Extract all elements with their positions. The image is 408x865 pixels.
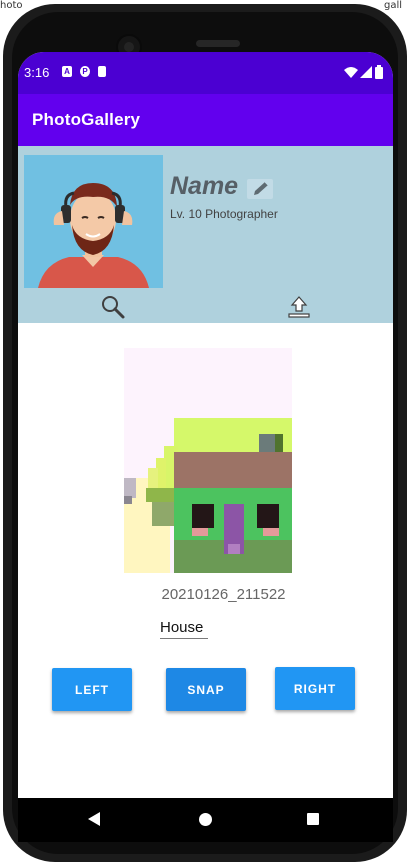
wifi-icon xyxy=(344,67,358,78)
photo-timestamp: 20210126_211522 xyxy=(161,586,286,603)
sd-card-icon xyxy=(98,66,106,77)
a-icon: A xyxy=(62,66,72,77)
left-button[interactable]: LEFT xyxy=(52,668,132,711)
snap-button[interactable]: SNAP xyxy=(166,668,246,711)
caption-input[interactable] xyxy=(160,616,208,639)
profile-level: Lv. 10 Photographer xyxy=(170,207,278,221)
battery-icon xyxy=(375,65,383,79)
profile-name: Name xyxy=(170,172,239,200)
profile-header: Name Lv. 10 Photographer xyxy=(18,146,393,323)
pencil-icon[interactable] xyxy=(247,179,273,199)
house-photo xyxy=(124,348,292,573)
navigation-bar xyxy=(18,798,393,842)
status-time: 3:16 xyxy=(24,65,50,80)
back-icon[interactable] xyxy=(88,812,100,826)
status-bar: 3:16 A P xyxy=(18,52,393,94)
app-screen: 3:16 A P PhotoGallery Name Lv. 10 Photog… xyxy=(18,52,393,798)
earpiece-speaker xyxy=(196,40,240,47)
home-icon[interactable] xyxy=(199,813,212,826)
app-bar: PhotoGallery xyxy=(18,94,393,146)
background-window-text-left: hoto xyxy=(0,0,23,11)
avatar-illustration xyxy=(24,155,163,288)
recents-icon[interactable] xyxy=(307,813,319,825)
profile-avatar xyxy=(24,155,163,288)
upload-icon[interactable] xyxy=(286,294,312,320)
background-window-text-right: gall xyxy=(384,0,403,11)
p-icon: P xyxy=(80,66,90,77)
app-title: PhotoGallery xyxy=(32,110,141,129)
search-icon[interactable] xyxy=(100,294,126,320)
signal-icon xyxy=(360,66,372,78)
right-button[interactable]: RIGHT xyxy=(275,667,355,710)
photo-view[interactable] xyxy=(124,348,292,573)
